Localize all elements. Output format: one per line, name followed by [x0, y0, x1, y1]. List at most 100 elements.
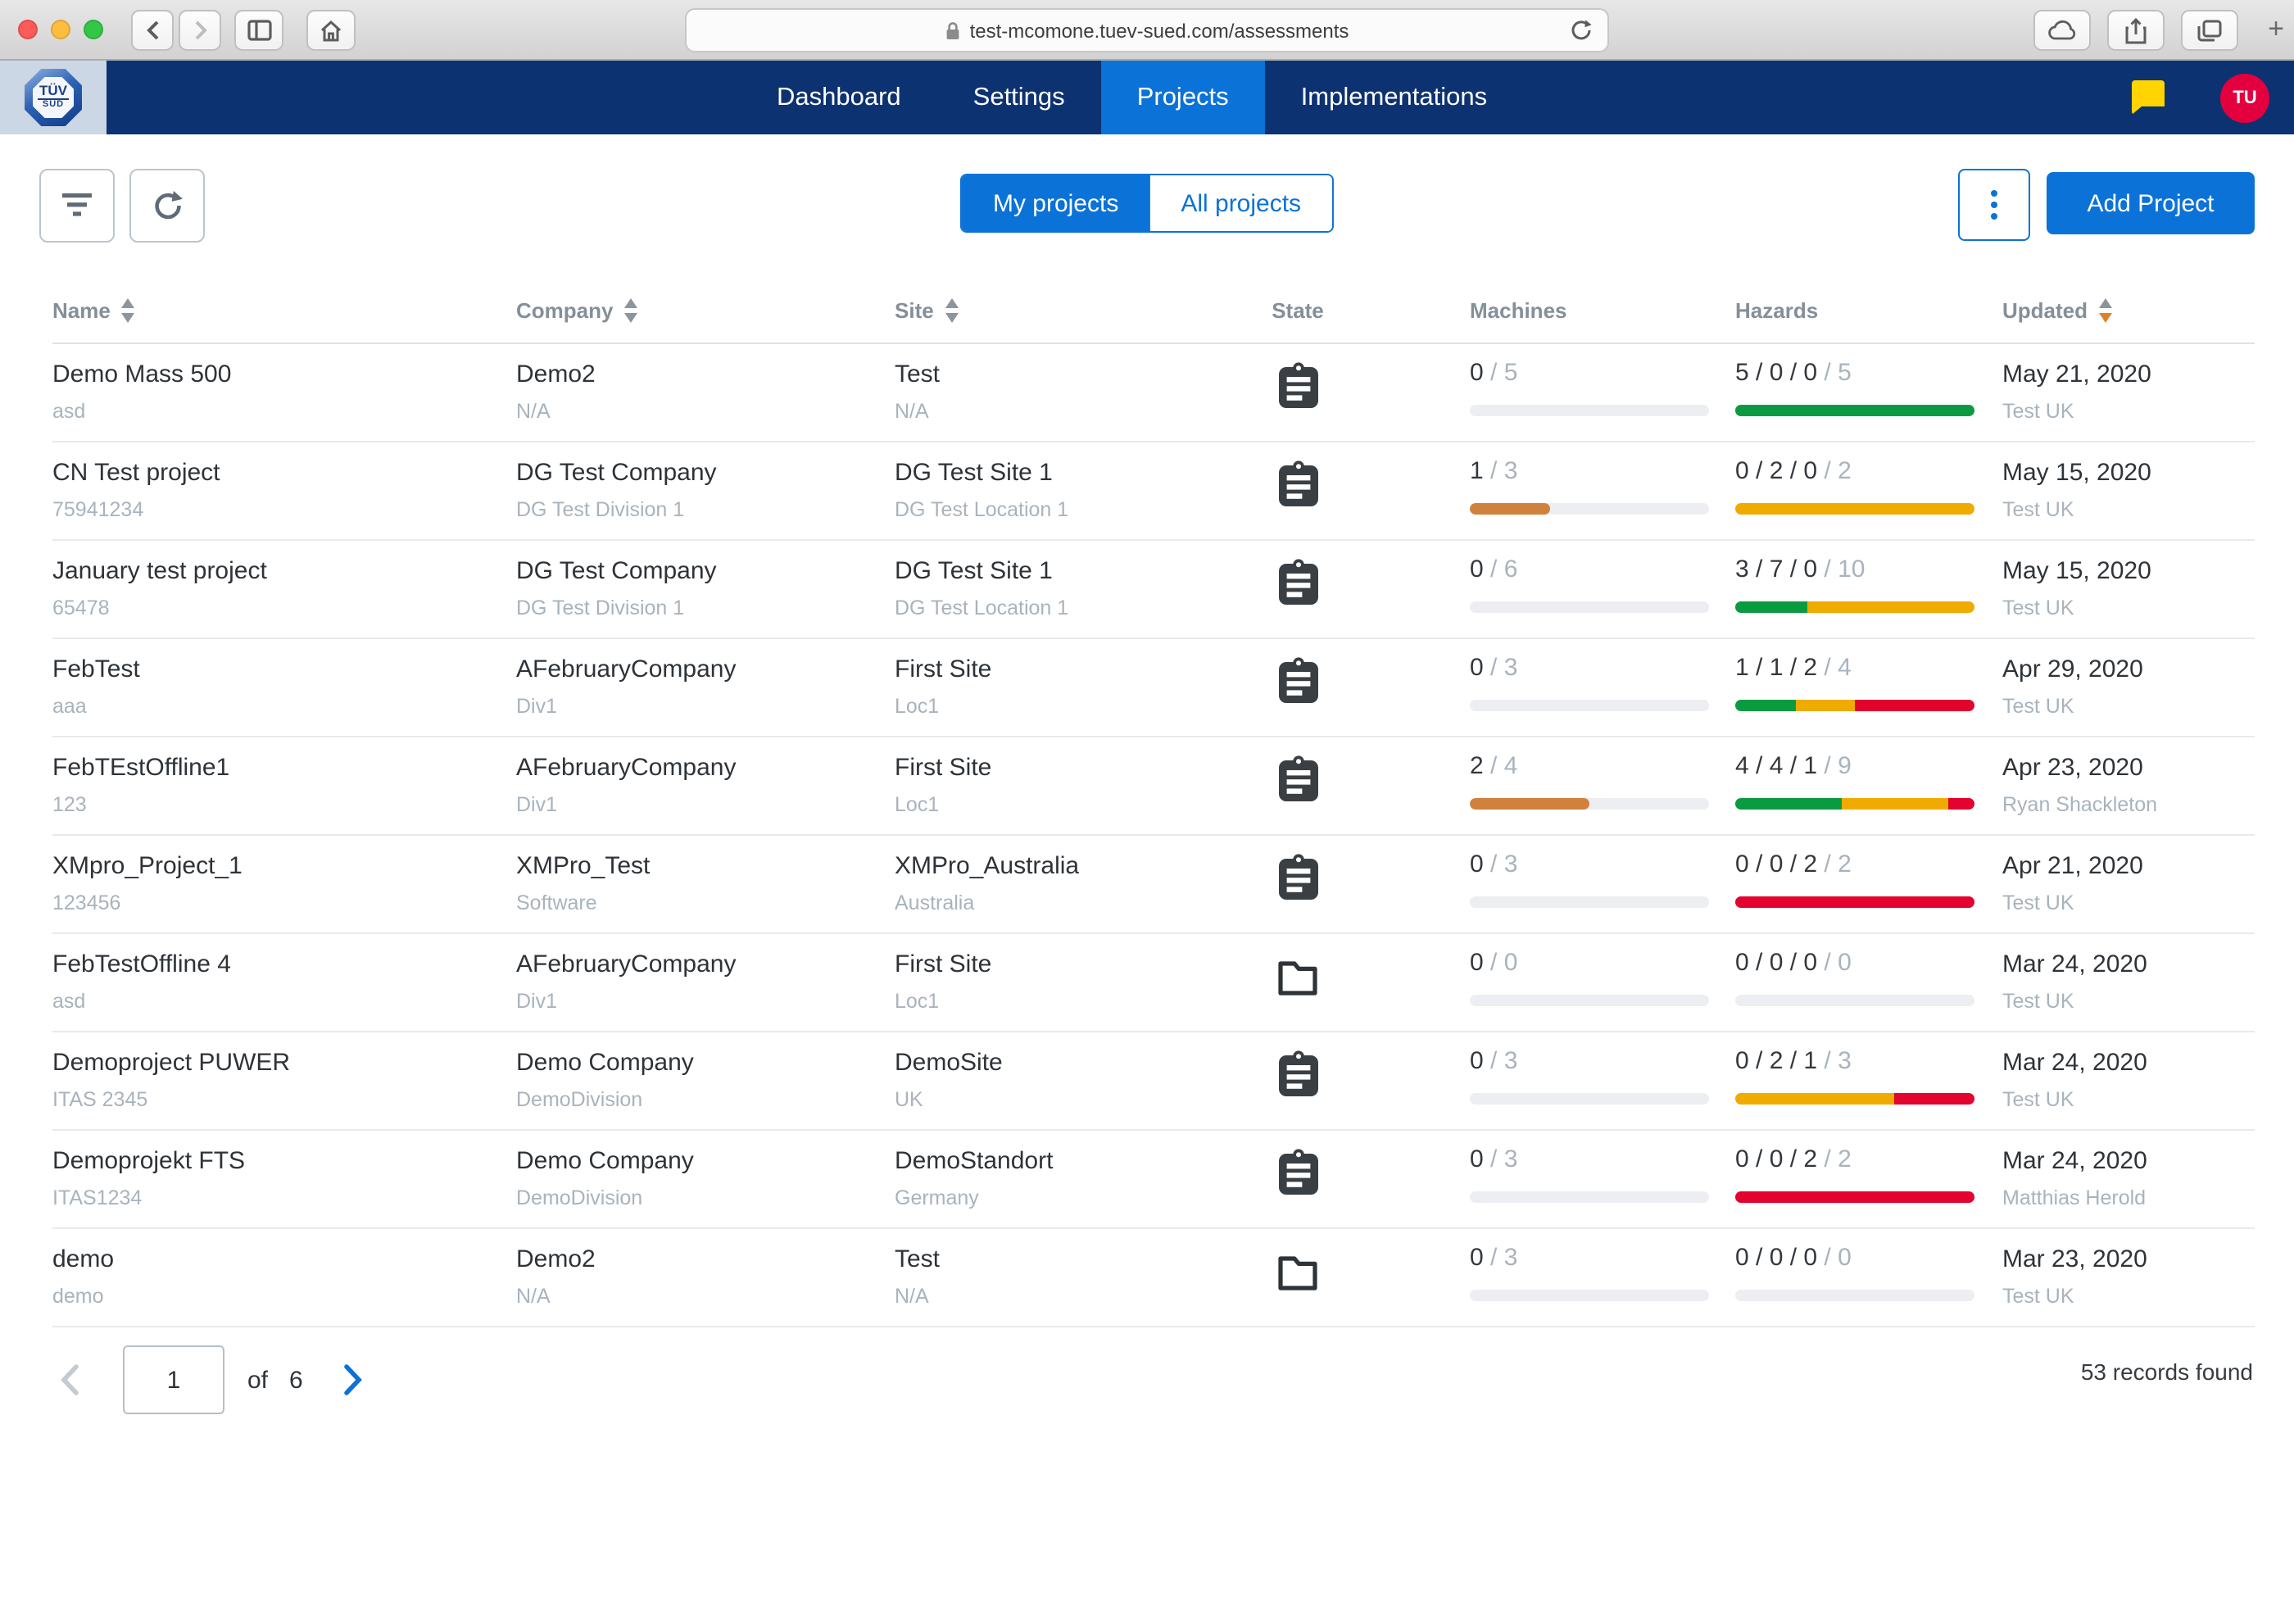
hazards-progress-bar [1735, 896, 1974, 908]
minimize-button[interactable] [51, 20, 70, 39]
home-button[interactable] [306, 10, 356, 51]
show-tabs-button[interactable] [2181, 10, 2238, 51]
project-code: ITAS1234 [52, 1185, 516, 1211]
table-row[interactable]: XMpro_Project_1 123456 XMPro_Test Softwa… [52, 836, 2255, 934]
updated-cell: Mar 24, 2020 Matthias Herold [2002, 1131, 2255, 1227]
machines-progress-bar [1470, 995, 1709, 1006]
all-projects-button[interactable]: All projects [1149, 175, 1332, 231]
hazards-count: 5 / 0 / 0 / 5 [1735, 357, 2002, 388]
table-row[interactable]: Demoprojekt FTS ITAS1234 Demo Company De… [52, 1131, 2255, 1229]
location-name: N/A [895, 398, 1216, 424]
reload-icon[interactable] [1570, 18, 1593, 43]
project-code: demo [52, 1283, 516, 1309]
updated-date: May 15, 2020 [2002, 457, 2255, 488]
clipboard-state-icon [1277, 755, 1318, 803]
hazard-red-segment [1735, 1191, 1974, 1203]
address-bar[interactable]: test-mcomone.tuev-sued.com/assessments [685, 8, 1609, 52]
location-name: N/A [895, 1283, 1216, 1309]
clipboard-state-icon [1277, 460, 1318, 508]
share-button[interactable] [2107, 10, 2165, 51]
zoom-button[interactable] [84, 20, 103, 39]
add-project-button[interactable]: Add Project [2047, 172, 2255, 234]
nav-item-projects[interactable]: Projects [1101, 61, 1265, 134]
hazards-cell: 0 / 0 / 0 / 0 [1735, 1229, 2002, 1326]
icloud-tabs-button[interactable] [2033, 10, 2091, 51]
name-cell: XMpro_Project_1 123456 [52, 836, 516, 932]
column-header-company[interactable]: Company [516, 298, 895, 323]
refresh-button[interactable] [129, 169, 205, 243]
user-avatar[interactable]: TU [2220, 73, 2269, 122]
machines-count: 0 / 3 [1470, 1144, 1735, 1175]
hazards-progress-bar [1735, 798, 1974, 810]
updated-by: Test UK [2002, 890, 2255, 916]
feedback-flag-icon[interactable] [2132, 80, 2165, 115]
next-page-button[interactable] [342, 1363, 364, 1396]
sort-asc-icon [624, 299, 637, 309]
hazards-progress-bar [1735, 1290, 1974, 1301]
company-cell: XMPro_Test Software [516, 836, 895, 932]
machines-progress-bar [1470, 1191, 1709, 1203]
division-name: Div1 [516, 693, 895, 719]
updated-by: Test UK [2002, 988, 2255, 1014]
nav-item-settings[interactable]: Settings [937, 61, 1101, 134]
project-code: asd [52, 398, 516, 424]
table-row[interactable]: FebTEstOffline1 123 AFebruaryCompany Div… [52, 737, 2255, 836]
hazard-red-segment [1855, 700, 1974, 711]
updated-by: Test UK [2002, 497, 2255, 523]
column-header-site[interactable]: Site [895, 298, 1216, 323]
site-name: Test [895, 359, 1216, 390]
table-row[interactable]: FebTestOffline 4 asd AFebruaryCompany Di… [52, 934, 2255, 1032]
site-name: XMPro_Australia [895, 851, 1216, 882]
hazards-count: 0 / 0 / 0 / 0 [1735, 947, 2002, 978]
browser-window: test-mcomone.tuev-sued.com/assessments +… [0, 0, 2294, 1624]
table-row[interactable]: FebTest aaa AFebruaryCompany Div1 First … [52, 639, 2255, 737]
hazards-cell: 3 / 7 / 0 / 10 [1735, 541, 2002, 637]
navbar-right: TU [2132, 61, 2294, 134]
sort-icons [2099, 299, 2112, 323]
sidebar-toggle-button[interactable] [234, 10, 283, 51]
close-button[interactable] [18, 20, 38, 39]
clipboard-state-icon [1277, 559, 1318, 606]
machines-progress-bar [1470, 601, 1709, 613]
division-name: N/A [516, 1283, 895, 1309]
table-row[interactable]: demo demo Demo2 N/A Test N/A [52, 1229, 2255, 1327]
table-row[interactable]: Demo Mass 500 asd Demo2 N/A Test N/A [52, 344, 2255, 442]
machines-progress-bar [1470, 405, 1709, 416]
cloud-icon [2047, 20, 2077, 41]
more-options-button[interactable] [1958, 169, 2030, 241]
hazard-yellow-segment [1735, 1093, 1895, 1105]
folder-state-icon [1276, 1247, 1319, 1291]
hazards-cell: 0 / 2 / 1 / 3 [1735, 1032, 2002, 1129]
hazards-progress-bar [1735, 503, 1974, 515]
page-number-input[interactable] [123, 1345, 224, 1414]
table-row[interactable]: CN Test project 75941234 DG Test Company… [52, 442, 2255, 541]
machines-progress-fill [1470, 503, 1549, 515]
machines-progress-bar [1470, 1290, 1709, 1301]
company-cell: Demo Company DemoDivision [516, 1131, 895, 1227]
back-button[interactable] [131, 10, 174, 51]
previous-page-button[interactable] [59, 1363, 80, 1396]
column-header-name[interactable]: Name [52, 298, 516, 323]
kebab-icon [1991, 190, 1997, 197]
nav-item-dashboard[interactable]: Dashboard [741, 61, 937, 134]
hazard-green-segment [1735, 405, 1974, 416]
records-found-label: 53 records found [2081, 1359, 2253, 1385]
url-text: test-mcomone.tuev-sued.com/assessments [970, 19, 1349, 42]
company-cell: DG Test Company DG Test Division 1 [516, 541, 895, 637]
column-header-updated[interactable]: Updated [2002, 298, 2255, 323]
company-name: Demo Company [516, 1145, 895, 1177]
company-cell: AFebruaryCompany Div1 [516, 934, 895, 1031]
table-row[interactable]: Demoproject PUWER ITAS 2345 Demo Company… [52, 1032, 2255, 1131]
table-row[interactable]: January test project 65478 DG Test Compa… [52, 541, 2255, 639]
hazards-progress-bar [1735, 700, 1974, 711]
site-cell: DG Test Site 1 DG Test Location 1 [895, 541, 1216, 637]
new-tab-button[interactable]: + [2268, 13, 2284, 46]
filter-button[interactable] [39, 169, 115, 243]
forward-button[interactable] [179, 10, 221, 51]
sidebar-icon [247, 20, 271, 41]
hazards-progress-bar [1735, 601, 1974, 613]
nav-item-implementations[interactable]: Implementations [1265, 61, 1523, 134]
tuv-sud-logo[interactable]: TÜV SÜD [0, 61, 107, 134]
my-projects-button[interactable]: My projects [962, 175, 1149, 231]
site-cell: Test N/A [895, 1229, 1216, 1326]
